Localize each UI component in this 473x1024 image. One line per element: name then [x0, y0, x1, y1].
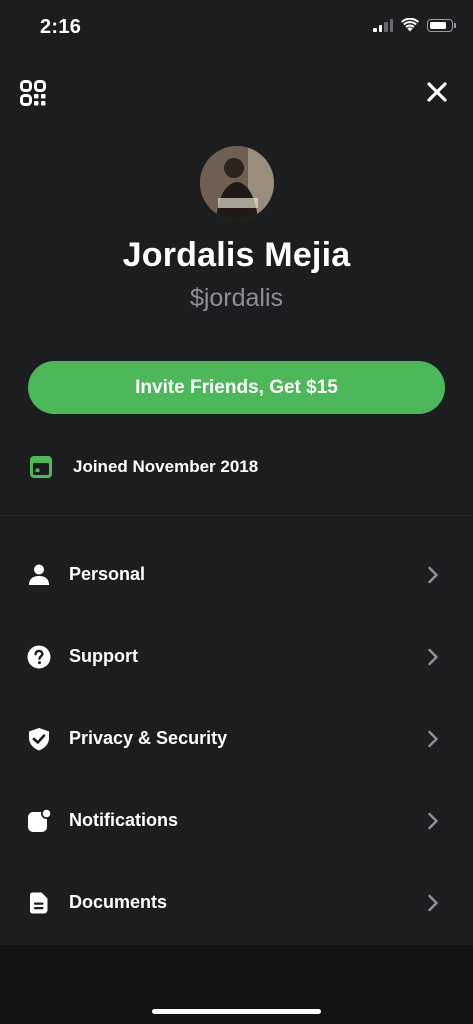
chevron-right-icon — [428, 566, 438, 584]
wifi-icon — [401, 18, 419, 32]
joined-date: Joined November 2018 — [73, 457, 259, 476]
calendar-icon — [30, 456, 52, 478]
notification-icon — [28, 809, 51, 832]
status-icons — [373, 18, 456, 32]
document-icon — [30, 892, 48, 914]
divider — [0, 515, 473, 516]
profile-photo — [200, 146, 274, 220]
status-time: 2:16 — [40, 16, 82, 38]
chevron-right-icon — [428, 648, 438, 666]
menu-item-support[interactable]: Support — [0, 616, 473, 698]
profile-name: Jordalis Mejia — [122, 236, 351, 274]
menu-label: Support — [69, 646, 138, 666]
qr-code-icon — [20, 80, 46, 106]
chevron-right-icon — [428, 812, 438, 830]
joined-row: Joined November 2018 — [30, 455, 258, 479]
menu-item-personal[interactable]: Personal — [0, 534, 473, 616]
menu-label: Privacy & Security — [69, 728, 228, 748]
menu-item-documents[interactable]: Documents — [0, 862, 473, 944]
invite-friends-button[interactable]: Invite Friends, Get $15 — [28, 361, 445, 414]
chevron-right-icon — [428, 730, 438, 748]
chevron-right-icon — [428, 894, 438, 912]
menu-label: Documents — [69, 892, 168, 912]
close-button[interactable] — [425, 80, 449, 104]
cellular-signal-icon — [373, 18, 393, 32]
person-icon — [29, 564, 49, 585]
question-icon — [27, 645, 51, 669]
menu-item-notifications[interactable]: Notifications — [0, 780, 473, 862]
menu-item-privacy-security[interactable]: Privacy & Security — [0, 698, 473, 780]
shield-check-icon — [29, 728, 49, 751]
qr-code-button[interactable] — [20, 80, 46, 106]
status-bar: 2:16 — [0, 0, 473, 56]
close-icon — [427, 82, 447, 102]
menu-label: Personal — [69, 564, 146, 584]
profile-cashtag: $jordalis — [189, 284, 284, 312]
account-menu: Personal Support Privacy & Security Noti… — [0, 534, 473, 944]
home-indicator[interactable] — [152, 1009, 321, 1014]
avatar[interactable] — [200, 146, 274, 220]
account-screen: 2:16 Jordalis Mejia $jordalis Invite Fri… — [0, 0, 473, 1024]
menu-label: Notifications — [69, 810, 179, 830]
battery-icon — [427, 18, 456, 32]
